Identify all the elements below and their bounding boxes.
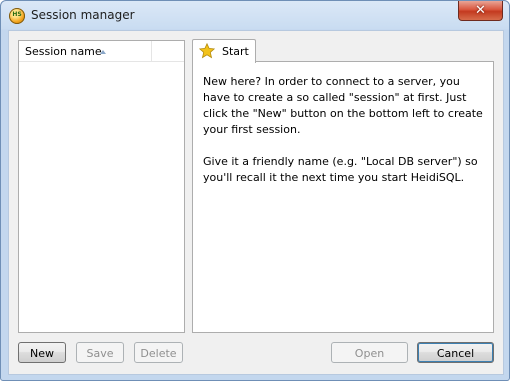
heidisql-app-icon: HS xyxy=(9,8,25,24)
app-icon-text: HS xyxy=(12,11,22,18)
tab-start-label: Start xyxy=(222,45,249,58)
column-header-session-name[interactable]: Session name xyxy=(19,41,152,61)
delete-button[interactable]: Delete xyxy=(134,342,183,363)
help-paragraph: Give it a friendly name (e.g. "Local DB … xyxy=(203,155,478,184)
dialog-client-area: Session name Start New here? In order to… xyxy=(8,30,504,375)
start-tab-panel: New here? In order to connect to a serve… xyxy=(192,61,494,333)
session-list[interactable]: Session name xyxy=(18,40,185,333)
close-icon: ✕ xyxy=(475,3,486,18)
window-title: Session manager xyxy=(31,8,135,22)
help-paragraph: New here? In order to connect to a serve… xyxy=(203,75,483,136)
start-help-text: New here? In order to connect to a serve… xyxy=(203,74,488,202)
title-bar[interactable]: HS Session manager ✕ xyxy=(1,1,509,30)
session-manager-window: HS Session manager ✕ Session name Start … xyxy=(0,0,510,381)
sort-ascending-icon xyxy=(100,50,106,54)
open-button[interactable]: Open xyxy=(331,342,408,363)
star-icon xyxy=(199,43,215,59)
save-button[interactable]: Save xyxy=(76,342,124,363)
tab-start[interactable]: Start xyxy=(192,39,256,63)
cancel-button[interactable]: Cancel xyxy=(417,342,494,363)
new-button[interactable]: New xyxy=(18,342,66,363)
close-button[interactable]: ✕ xyxy=(458,1,503,21)
session-list-header: Session name xyxy=(19,41,184,62)
column-header-label: Session name xyxy=(25,45,102,58)
